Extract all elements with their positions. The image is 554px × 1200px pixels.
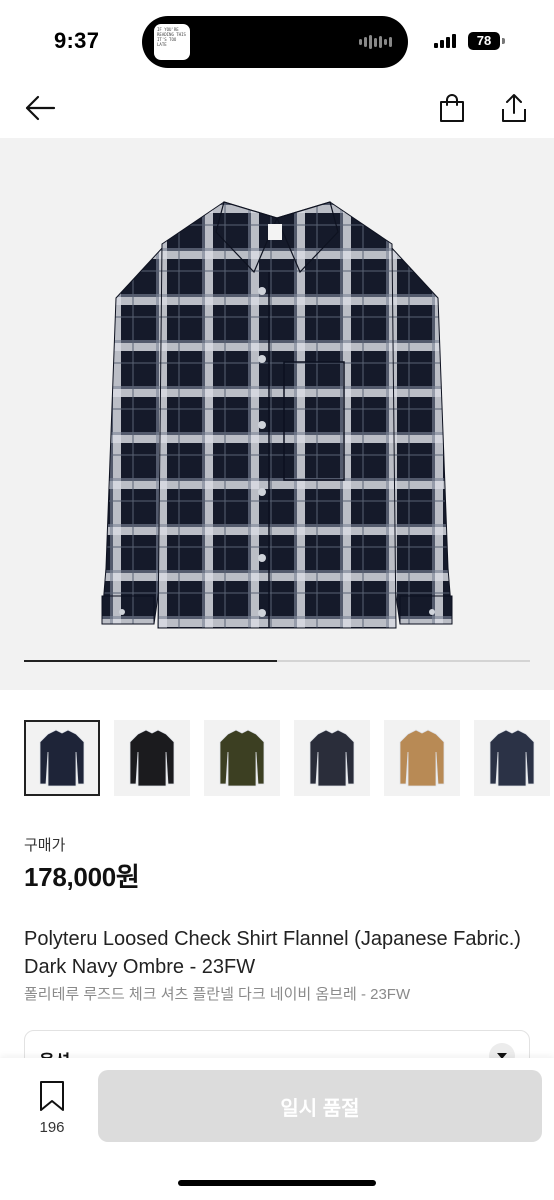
bookmark-icon [40, 1081, 64, 1111]
battery-cap [502, 38, 505, 44]
gallery-progress-track [24, 660, 530, 662]
price-value: 178,000원 [24, 862, 140, 892]
product-shirt-image [101, 201, 453, 629]
thumbnail-shirt-image [219, 729, 265, 787]
home-indicator [178, 1180, 376, 1186]
thumbnail-3[interactable] [204, 720, 280, 796]
thumbnail-strip [0, 718, 554, 800]
thumbnail-6[interactable] [474, 720, 550, 796]
thumbnail-shirt-image [309, 729, 355, 787]
bottom-action-bar: 196 일시 품절 [0, 1058, 554, 1200]
shopping-bag-icon [440, 94, 464, 122]
cart-button[interactable] [432, 88, 472, 128]
now-playing-artwork: IF YOU'RE READING THIS IT'S TOO LATE [154, 24, 190, 60]
share-icon [502, 94, 526, 122]
status-time: 9:37 [54, 28, 100, 53]
wish-button[interactable]: 196 [26, 1080, 78, 1136]
product-image-gallery[interactable] [0, 138, 554, 690]
sold-out-button[interactable]: 일시 품절 [98, 1070, 542, 1142]
wish-count: 196 [39, 1119, 65, 1136]
thumbnail-shirt-image [39, 729, 85, 787]
thumbnail-2[interactable] [114, 720, 190, 796]
thumbnail-1[interactable] [24, 720, 100, 796]
share-button[interactable] [494, 88, 534, 128]
price-label: 구매가 [24, 837, 66, 854]
thumbnail-5[interactable] [384, 720, 460, 796]
battery-icon: 78 [468, 32, 500, 50]
status-bar: 9:37 IF YOU'RE READING THIS IT'S TOO LAT… [0, 0, 554, 80]
cellular-signal-icon [434, 34, 456, 48]
top-navigation [0, 80, 554, 136]
audio-waveform-icon [359, 34, 392, 50]
thumbnail-shirt-image [399, 729, 445, 787]
product-title: Polyteru Loosed Check Shirt Flannel (Jap… [24, 928, 521, 978]
gallery-progress-fill [24, 660, 277, 662]
thumbnail-shirt-image [489, 729, 535, 787]
arrow-left-icon [25, 95, 56, 121]
product-subtitle-korean: 폴리테루 루즈드 체크 셔츠 플란넬 다크 네이비 옴브레 - 23FW [24, 986, 411, 1003]
thumbnail-shirt-image [129, 729, 175, 787]
thumbnail-4[interactable] [294, 720, 370, 796]
back-button[interactable] [20, 88, 60, 128]
dynamic-island: IF YOU'RE READING THIS IT'S TOO LATE [142, 16, 408, 68]
